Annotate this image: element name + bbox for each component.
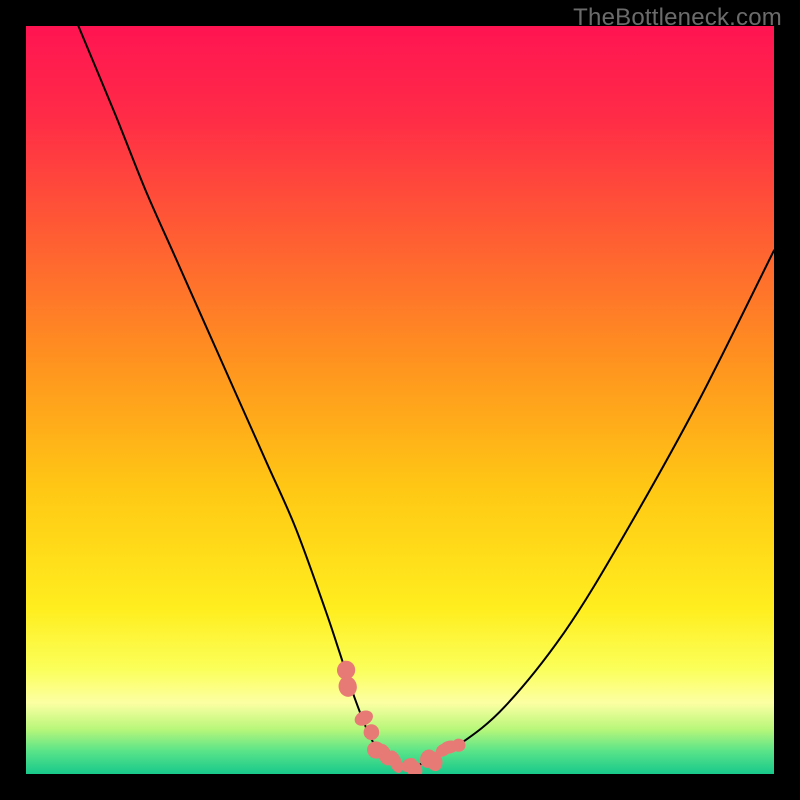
- chart-plot: [26, 26, 774, 774]
- chart-frame: TheBottleneck.com: [0, 0, 800, 800]
- watermark-text: TheBottleneck.com: [573, 4, 782, 32]
- heatmap-background: [26, 26, 774, 774]
- scatter-point: [364, 724, 380, 740]
